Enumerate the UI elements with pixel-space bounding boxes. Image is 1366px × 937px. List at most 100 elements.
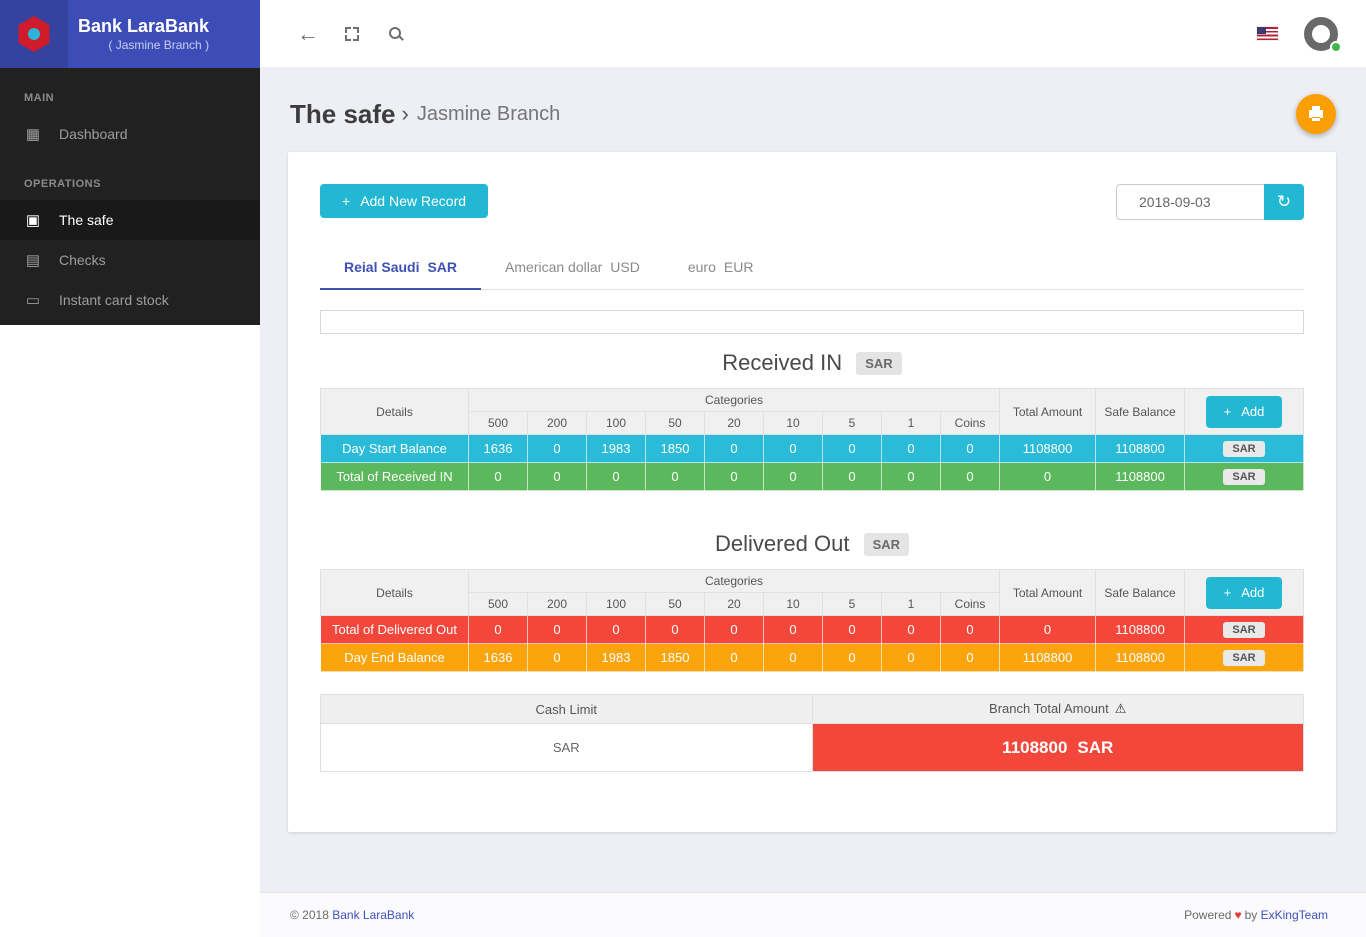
money-cell: 0	[881, 434, 941, 463]
categories-group-header: Categories	[467, 569, 1001, 593]
money-cell: 1108800	[999, 434, 1097, 463]
add-received-button[interactable]: + Add	[1205, 395, 1283, 428]
money-cell: 0	[822, 462, 882, 491]
tab-eur[interactable]: euro EUR	[664, 244, 778, 290]
category-column-header: 500	[468, 592, 528, 616]
money-cell: Day Start Balance	[320, 434, 469, 463]
money-cell: 1983	[586, 434, 646, 463]
warning-icon: ⚠	[1114, 701, 1127, 716]
money-cell: 0	[527, 462, 587, 491]
printer-icon	[1309, 106, 1323, 121]
footer-brand-link[interactable]: Bank LaraBank	[332, 908, 414, 922]
dashboard-icon: ▦	[25, 126, 41, 143]
currency-tabs: Reial Saudi SAR American dollar USD euro EU…	[320, 244, 1304, 290]
money-cell: Total of Received IN	[320, 462, 469, 491]
received-in-table: Details Categories Total Amount Safe Bal…	[320, 388, 1304, 491]
money-cell: 1108800	[1095, 643, 1186, 672]
language-flag-us[interactable]	[1257, 27, 1278, 40]
breadcrumb-branch: Jasmine Branch	[416, 102, 561, 125]
brand-area: Bank LaraBank ( Jasmine Branch )	[0, 0, 260, 68]
category-column-header: 20	[704, 411, 764, 435]
money-cell: SAR	[1184, 434, 1304, 463]
tab-sar[interactable]: Reial Saudi SAR	[320, 244, 482, 290]
money-cell: 0	[763, 434, 823, 463]
category-column-header: 10	[763, 411, 823, 435]
money-cell: 0	[645, 615, 705, 644]
safe-balance-column-header: Safe Balance	[1095, 388, 1186, 435]
money-cell: 0	[527, 434, 587, 463]
search-button[interactable]	[385, 23, 407, 45]
money-cell: 0	[999, 462, 1097, 491]
money-cell: 1636	[468, 643, 528, 672]
category-column-header: 200	[527, 411, 587, 435]
money-cell: 0	[822, 615, 882, 644]
money-row: Day Start Balance 1636 0 1983 1850 0 0 0 0 0 11088…	[320, 434, 1304, 463]
money-cell: 0	[586, 615, 646, 644]
footer-copyright: © 2018 Bank LaraBank	[290, 908, 415, 922]
heart-icon: ♥	[1234, 908, 1242, 922]
cash-limit-header: Cash Limit	[320, 694, 813, 724]
category-column-header: 500	[468, 411, 528, 435]
money-cell: 1850	[645, 643, 705, 672]
app-header: Bank LaraBank ( Jasmine Branch ) ←	[0, 0, 1366, 68]
money-cell: 0	[586, 462, 646, 491]
money-cell: 0	[704, 643, 764, 672]
money-cell: 0	[468, 615, 528, 644]
footer: © 2018 Bank LaraBank Powered ♥ by ExKingTe…	[260, 892, 1366, 937]
fullscreen-button[interactable]	[341, 23, 363, 45]
money-cell: 1108800	[1095, 434, 1186, 463]
currency-badge: SAR	[863, 533, 910, 556]
plus-icon: +	[1223, 585, 1232, 600]
refresh-button[interactable]: ↻	[1264, 184, 1304, 220]
category-column-header: 50	[645, 411, 705, 435]
fullscreen-icon	[345, 26, 359, 41]
category-column-header: 50	[645, 592, 705, 616]
money-cell: 1108800	[1095, 462, 1186, 491]
currency-badge: SAR	[1223, 441, 1265, 457]
currency-badge: SAR	[1223, 650, 1265, 666]
money-cell: SAR	[1184, 615, 1304, 644]
sidebar-item-instant-card-stock[interactable]: ▭ Instant card stock	[0, 280, 260, 320]
money-cell: 0	[881, 643, 941, 672]
category-column-header: 5	[822, 411, 882, 435]
category-column-header: 1	[881, 411, 941, 435]
topbar: ←	[260, 0, 1366, 68]
sidebar-item-the-safe[interactable]: ▣ The safe	[0, 200, 260, 240]
sidebar-item-checks[interactable]: ▤ Checks	[0, 240, 260, 280]
add-delivered-button[interactable]: + Add	[1205, 576, 1283, 609]
money-cell: Total of Delivered Out	[320, 615, 469, 644]
brand-title: Bank LaraBank	[78, 16, 210, 37]
currency-badge: SAR	[1223, 622, 1265, 638]
online-status-dot	[1330, 40, 1342, 53]
money-cell: 0	[763, 462, 823, 491]
back-button[interactable]: ←	[297, 20, 319, 46]
money-cell: 1983	[586, 643, 646, 672]
back-arrow-icon: ←	[297, 20, 319, 46]
footer-team-link[interactable]: ExKingTeam	[1261, 908, 1328, 922]
money-cell: 0	[763, 643, 823, 672]
sidebar-item-dashboard[interactable]: ▦ Dashboard	[0, 114, 260, 154]
user-avatar[interactable]	[1302, 15, 1342, 53]
print-button[interactable]	[1296, 94, 1336, 134]
total-amount-column-header: Total Amount	[999, 388, 1097, 435]
summary-table: Cash Limit Branch Total Amount ⚠ SAR 1108…	[320, 694, 1304, 772]
sidebar-item-label: Instant card stock	[59, 292, 169, 308]
breadcrumb-separator: ›	[401, 101, 409, 126]
date-input[interactable]	[1116, 184, 1264, 220]
money-cell: 0	[468, 462, 528, 491]
money-cell: 0	[939, 615, 1001, 644]
sidebar-item-label: Dashboard	[59, 126, 128, 142]
currency-badge: SAR	[856, 352, 902, 375]
plus-icon: +	[342, 193, 351, 209]
add-new-record-button[interactable]: + Add New Record	[320, 184, 489, 218]
page-header: The safe › Jasmine Branch	[260, 68, 1366, 134]
plus-icon: +	[1223, 404, 1232, 419]
checks-icon: ▤	[25, 252, 41, 269]
branch-total-header: Branch Total Amount ⚠	[811, 694, 1304, 724]
safe-balance-column-header: Safe Balance	[1095, 569, 1186, 616]
tab-usd[interactable]: American dollar USD	[481, 244, 664, 290]
money-cell: 0	[527, 615, 587, 644]
logo-box	[0, 0, 68, 68]
money-cell: 1108800	[999, 643, 1097, 672]
date-control-group: ↻	[1116, 184, 1304, 220]
